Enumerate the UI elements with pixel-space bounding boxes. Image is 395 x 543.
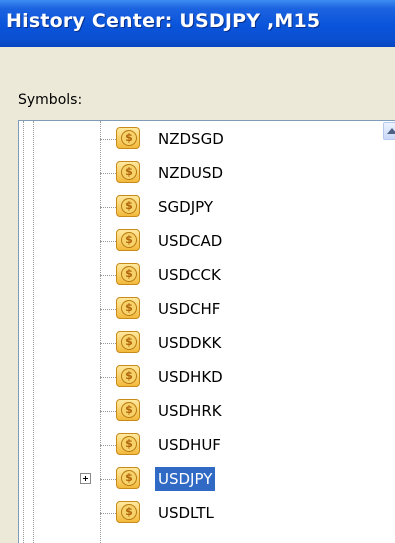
window-title: History Center: USDJPY ,M15 (6, 10, 321, 32)
tree-connector (100, 479, 116, 480)
symbols-tree[interactable]: $ NZDSGD $ NZDUSD $ SGDJPY $ USDCAD $ US… (18, 120, 395, 543)
tree-connector (100, 309, 116, 310)
tree-connector (100, 275, 116, 276)
tree-item-label: USDLTL (158, 504, 214, 522)
tree-connector (100, 513, 116, 514)
tree-item[interactable]: $ USDHUF (19, 429, 379, 463)
dollar-icon: $ (116, 263, 140, 285)
tree-connector (100, 377, 116, 378)
tree-item-label: USDHUF (158, 436, 221, 454)
tree-connector (100, 207, 116, 208)
tree-connector (100, 343, 116, 344)
tree-item[interactable]: $ USDLTL (19, 497, 379, 531)
tree-connector (100, 173, 116, 174)
tree-connector (100, 139, 116, 140)
dollar-icon: $ (116, 297, 140, 319)
dollar-icon: $ (116, 433, 140, 455)
dollar-icon: $ (116, 501, 140, 523)
tree-item-label: USDCAD (158, 232, 223, 250)
tree-connector (100, 411, 116, 412)
dollar-icon: $ (116, 331, 140, 353)
tree-item[interactable]: $ NZDSGD (19, 123, 379, 157)
dollar-icon: $ (116, 399, 140, 421)
tree-connector (100, 445, 116, 446)
tree-item[interactable]: $ USDHRK (19, 395, 379, 429)
tree-item-label: NZDUSD (158, 164, 224, 182)
tree-item-label: SGDJPY (158, 198, 213, 216)
tree-item[interactable]: $ SGDJPY (19, 191, 379, 225)
tree-item-label: USDHRK (158, 402, 222, 420)
tree-item-label: USDCHF (158, 300, 221, 318)
tree-item-label: USDDKK (158, 334, 222, 352)
tree-item[interactable]: $ USDCHF (19, 293, 379, 327)
tree-item[interactable]: $ USDHKD (19, 361, 379, 395)
tree-item-selected[interactable]: $ USDJPY (19, 463, 379, 497)
tree-item[interactable]: $ NZDUSD (19, 157, 379, 191)
tree-item-label: USDCCK (158, 266, 221, 284)
chevron-up-icon (387, 128, 395, 134)
dollar-icon: $ (116, 365, 140, 387)
tree-item-label: USDHKD (158, 368, 223, 386)
tree-item-label: NZDSGD (158, 130, 224, 148)
scroll-up-button[interactable] (383, 122, 395, 140)
expand-plus-icon[interactable] (80, 473, 91, 484)
tree-item[interactable]: $ USDCCK (19, 259, 379, 293)
dollar-icon: $ (116, 161, 140, 183)
dollar-icon: $ (116, 127, 140, 149)
dollar-icon: $ (116, 467, 140, 489)
tree-item[interactable]: $ USDDKK (19, 327, 379, 361)
dollar-icon: $ (116, 195, 140, 217)
tree-connector (100, 241, 116, 242)
symbols-label: Symbols: (18, 92, 83, 108)
tree-item[interactable]: $ USDCAD (19, 225, 379, 259)
tree-item-label: USDJPY (155, 467, 216, 491)
dollar-icon: $ (116, 229, 140, 251)
window-titlebar[interactable]: History Center: USDJPY ,M15 (0, 0, 395, 47)
